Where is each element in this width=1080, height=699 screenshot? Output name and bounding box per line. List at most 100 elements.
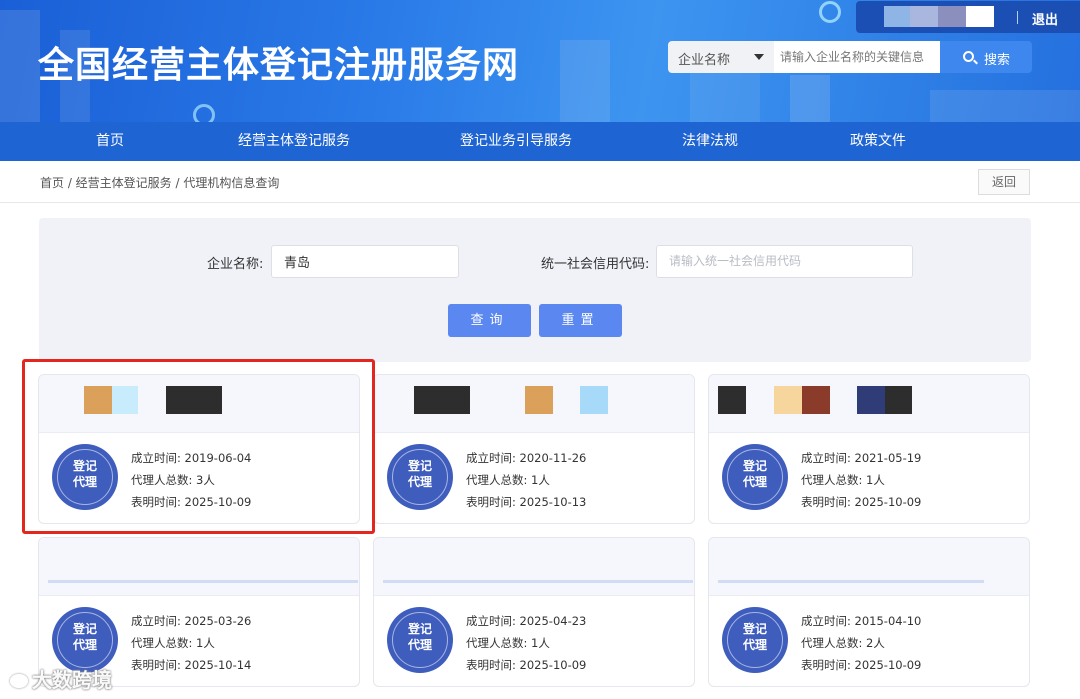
redacted-company-name: [718, 580, 984, 583]
card-body: 登记代理 成立时间: 2021-05-19 代理人总数: 1人 表明时间: 20…: [709, 432, 1029, 523]
badge-line: 代理: [742, 475, 767, 489]
badge-line: 代理: [407, 638, 432, 652]
company-name-input[interactable]: [271, 245, 459, 278]
registration-agent-badge-icon: 登记 代理: [722, 607, 788, 673]
badge-line: 代理: [72, 638, 97, 652]
breadcrumb[interactable]: 首页 / 经营主体登记服务 / 代理机构信息查询: [40, 174, 279, 191]
agency-card[interactable]: 登记代理 成立时间: 2015-04-10 代理人总数: 2人 表明时间: 20…: [708, 537, 1030, 687]
header-decoration: [0, 10, 40, 122]
highlight-annotation: [22, 359, 375, 534]
badge-text: 登记 代理: [52, 621, 118, 653]
badge-text: 登记 代理: [387, 458, 453, 490]
declared-date: 表明时间: 2025-10-09: [801, 495, 922, 509]
caret-down-icon: [754, 54, 764, 60]
redacted-username: [884, 6, 910, 27]
badge-line: 登记: [407, 459, 432, 473]
search-button[interactable]: 搜索: [940, 41, 1032, 73]
search-button-label: 搜索: [984, 53, 1011, 68]
redacted-company-name: [774, 386, 802, 414]
redacted-company-name: [718, 386, 746, 414]
declared-date: 表明时间: 2025-10-13: [466, 495, 587, 509]
user-bar: 退出: [856, 1, 1080, 33]
badge-line: 登记: [407, 622, 432, 636]
watermark-logo-icon: [10, 674, 28, 688]
redacted-username: [910, 6, 938, 27]
badge-line: 代理: [407, 475, 432, 489]
founded-date: 成立时间: 2020-11-26: [466, 451, 587, 465]
redacted-company-name: [414, 386, 470, 414]
agent-count: 代理人总数: 1人: [466, 473, 550, 487]
agent-count: 代理人总数: 2人: [801, 636, 885, 650]
header-ring-decoration: [819, 1, 841, 23]
agent-count: 代理人总数: 1人: [131, 636, 215, 650]
redacted-username: [966, 6, 994, 27]
declared-date: 表明时间: 2025-10-14: [131, 658, 252, 672]
redacted-company-name: [383, 580, 693, 583]
registration-agent-badge-icon: 登记 代理: [387, 444, 453, 510]
founded-date: 成立时间: 2025-03-26: [131, 614, 252, 628]
founded-date: 成立时间: 2021-05-19: [801, 451, 922, 465]
credit-code-input[interactable]: [656, 245, 913, 278]
breadcrumb-bar: 首页 / 经营主体登记服务 / 代理机构信息查询 返回: [0, 161, 1080, 203]
search-input[interactable]: [774, 41, 940, 73]
site-title: 全国经营主体登记注册服务网: [38, 45, 520, 86]
nav-item-registration-service[interactable]: 经营主体登记服务: [238, 122, 350, 161]
declared-date: 表明时间: 2025-10-09: [466, 658, 587, 672]
agent-count: 代理人总数: 1人: [466, 636, 550, 650]
header-search: 企业名称 搜索: [668, 41, 1032, 73]
badge-line: 代理: [742, 638, 767, 652]
main-nav: 首页 经营主体登记服务 登记业务引导服务 法律法规 政策文件: [0, 122, 1080, 161]
header-ring-decoration: [193, 104, 215, 122]
card-header: [39, 538, 359, 595]
badge-text: 登记 代理: [722, 621, 788, 653]
header-decoration: [560, 40, 610, 122]
nav-item-guidance-service[interactable]: 登记业务引导服务: [460, 122, 572, 161]
redacted-username: [938, 6, 966, 27]
registration-agent-badge-icon: 登记 代理: [387, 607, 453, 673]
redacted-company-name: [525, 386, 553, 414]
badge-line: 登记: [72, 622, 97, 636]
card-header: [709, 375, 1029, 432]
badge-text: 登记 代理: [387, 621, 453, 653]
nav-item-home[interactable]: 首页: [96, 122, 124, 161]
query-button[interactable]: 查询: [448, 304, 531, 337]
watermark: 大数跨境: [10, 664, 112, 693]
redacted-company-name: [885, 386, 912, 414]
header-decoration: [690, 70, 760, 122]
redacted-company-name: [802, 386, 830, 414]
declared-date: 表明时间: 2025-10-09: [801, 658, 922, 672]
card-body: 登记代理 成立时间: 2020-11-26 代理人总数: 1人 表明时间: 20…: [374, 432, 694, 523]
badge-text: 登记 代理: [722, 458, 788, 490]
search-type-value: 企业名称: [678, 53, 731, 68]
card-body: 登记代理 成立时间: 2025-04-23 代理人总数: 1人 表明时间: 20…: [374, 595, 694, 686]
founded-date: 成立时间: 2015-04-10: [801, 614, 922, 628]
filter-panel: 企业名称: 统一社会信用代码: 查询 重置: [39, 218, 1031, 362]
card-header: [374, 375, 694, 432]
back-button[interactable]: 返回: [978, 169, 1030, 195]
badge-line: 登记: [742, 622, 767, 636]
registration-agent-badge-icon: 登记 代理: [722, 444, 788, 510]
agency-card[interactable]: 登记代理 成立时间: 2025-04-23 代理人总数: 1人 表明时间: 20…: [373, 537, 695, 687]
redacted-company-name: [857, 386, 885, 414]
nav-item-laws[interactable]: 法律法规: [682, 122, 738, 161]
header-decoration: [930, 90, 1080, 122]
search-icon: [963, 51, 974, 62]
card-body: 登记代理 成立时间: 2015-04-10 代理人总数: 2人 表明时间: 20…: [709, 595, 1029, 686]
company-name-label: 企业名称:: [207, 257, 264, 272]
site-header: 全国经营主体登记注册服务网 退出 企业名称 搜索: [0, 0, 1080, 122]
founded-date: 成立时间: 2025-04-23: [466, 614, 587, 628]
card-header: [374, 538, 694, 595]
agency-card[interactable]: 登记代理 成立时间: 2021-05-19 代理人总数: 1人 表明时间: 20…: [708, 374, 1030, 524]
logout-link[interactable]: 退出: [1032, 9, 1058, 28]
redacted-company-name: [48, 580, 358, 583]
nav-item-policy[interactable]: 政策文件: [850, 122, 906, 161]
user-bar-divider: [1017, 11, 1018, 24]
search-type-select[interactable]: 企业名称: [668, 41, 774, 73]
card-header: [709, 538, 1029, 595]
agency-card[interactable]: 登记代理 成立时间: 2020-11-26 代理人总数: 1人 表明时间: 20…: [373, 374, 695, 524]
reset-button[interactable]: 重置: [539, 304, 622, 337]
redacted-company-name: [580, 386, 608, 414]
agent-count: 代理人总数: 1人: [801, 473, 885, 487]
badge-line: 登记: [742, 459, 767, 473]
header-decoration: [790, 75, 830, 122]
